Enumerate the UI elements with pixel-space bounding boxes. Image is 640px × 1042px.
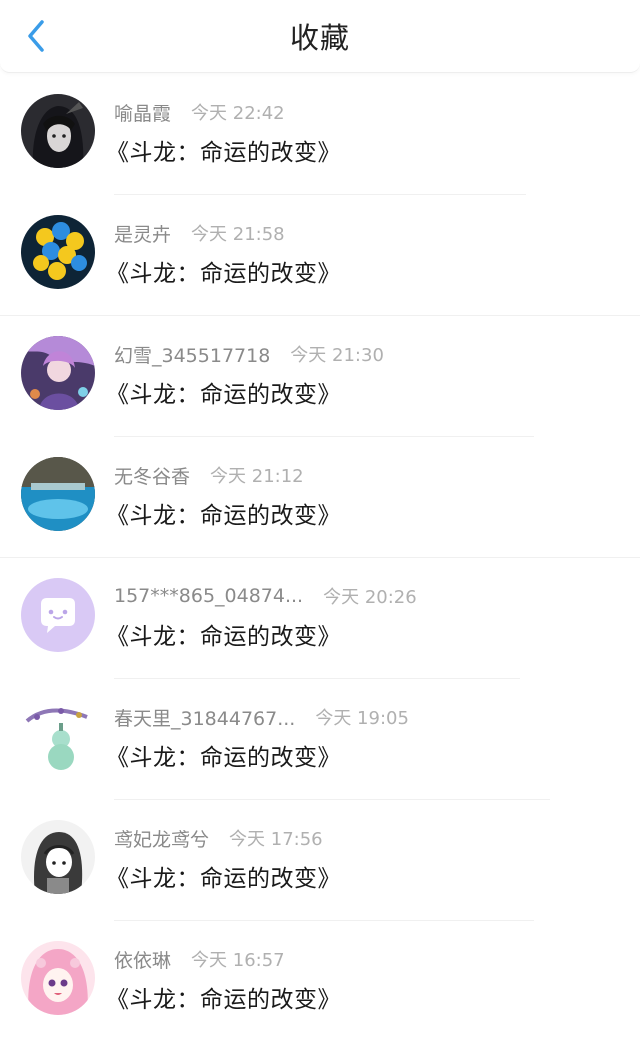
username[interactable]: 无冬谷香: [114, 462, 190, 489]
favorites-list: 喻晶霞 今天 22:42 《斗龙：命运的改变》 是灵卉 今天 21:58 《斗龙…: [0, 74, 640, 1042]
header-bar: 收藏: [0, 0, 640, 73]
timestamp: 今天 21:12: [210, 466, 304, 487]
book-title[interactable]: 《斗龙：命运的改变》: [106, 738, 341, 772]
list-item[interactable]: 157***865_04874... 今天 20:26 《斗龙：命运的改变》: [0, 558, 640, 679]
list-item[interactable]: 春天里_31844767... 今天 19:05 《斗龙：命运的改变》: [0, 679, 640, 800]
item-meta: 鸢妃龙鸢兮 今天 17:56: [114, 825, 323, 851]
timestamp: 今天 17:56: [229, 829, 323, 850]
book-title[interactable]: 《斗龙：命运的改变》: [106, 980, 341, 1014]
list-item[interactable]: 鸢妃龙鸢兮 今天 17:56 《斗龙：命运的改变》: [0, 800, 640, 921]
page-title: 收藏: [289, 21, 350, 55]
list-item[interactable]: 无冬谷香 今天 21:12 《斗龙：命运的改变》: [0, 437, 640, 558]
book-title[interactable]: 《斗龙：命运的改变》: [106, 859, 341, 893]
item-meta: 依依琳 今天 16:57: [114, 946, 285, 972]
list-item[interactable]: 是灵卉 今天 21:58 《斗龙：命运的改变》: [0, 195, 640, 316]
list-item[interactable]: 喻晶霞 今天 22:42 《斗龙：命运的改变》: [0, 74, 640, 195]
username[interactable]: 春天里_31844767...: [114, 704, 295, 731]
avatar[interactable]: [21, 699, 95, 773]
avatar[interactable]: [21, 457, 95, 531]
username[interactable]: 幻雪_345517718: [114, 341, 270, 368]
timestamp: 今天 19:05: [315, 708, 409, 729]
timestamp: 今天 21:30: [290, 345, 384, 366]
item-meta: 无冬谷香 今天 21:12: [114, 462, 304, 488]
book-title[interactable]: 《斗龙：命运的改变》: [106, 133, 341, 167]
avatar[interactable]: [21, 94, 95, 168]
avatar[interactable]: [21, 215, 95, 289]
username[interactable]: 喻晶霞: [114, 99, 171, 126]
item-meta: 幻雪_345517718 今天 21:30: [114, 341, 384, 367]
item-meta: 春天里_31844767... 今天 19:05: [114, 704, 409, 730]
item-meta: 157***865_04874... 今天 20:26: [114, 583, 417, 609]
avatar[interactable]: [21, 336, 95, 410]
timestamp: 今天 20:26: [323, 587, 417, 608]
book-title[interactable]: 《斗龙：命运的改变》: [106, 496, 341, 530]
book-title[interactable]: 《斗龙：命运的改变》: [106, 617, 341, 651]
book-title[interactable]: 《斗龙：命运的改变》: [106, 375, 341, 409]
timestamp: 今天 21:58: [191, 224, 285, 245]
timestamp: 今天 22:42: [191, 103, 285, 124]
username[interactable]: 157***865_04874...: [114, 585, 303, 607]
item-meta: 喻晶霞 今天 22:42: [114, 99, 285, 125]
username[interactable]: 依依琳: [114, 946, 171, 973]
avatar[interactable]: [21, 578, 95, 652]
username[interactable]: 鸢妃龙鸢兮: [114, 825, 209, 852]
chat-bubble-icon: [21, 578, 95, 652]
item-meta: 是灵卉 今天 21:58: [114, 220, 285, 246]
book-title[interactable]: 《斗龙：命运的改变》: [106, 254, 341, 288]
timestamp: 今天 16:57: [191, 950, 285, 971]
list-item[interactable]: 幻雪_345517718 今天 21:30 《斗龙：命运的改变》: [0, 316, 640, 437]
avatar[interactable]: [21, 941, 95, 1015]
username[interactable]: 是灵卉: [114, 220, 171, 247]
avatar[interactable]: [21, 820, 95, 894]
list-item[interactable]: 依依琳 今天 16:57 《斗龙：命运的改变》: [0, 921, 640, 1042]
